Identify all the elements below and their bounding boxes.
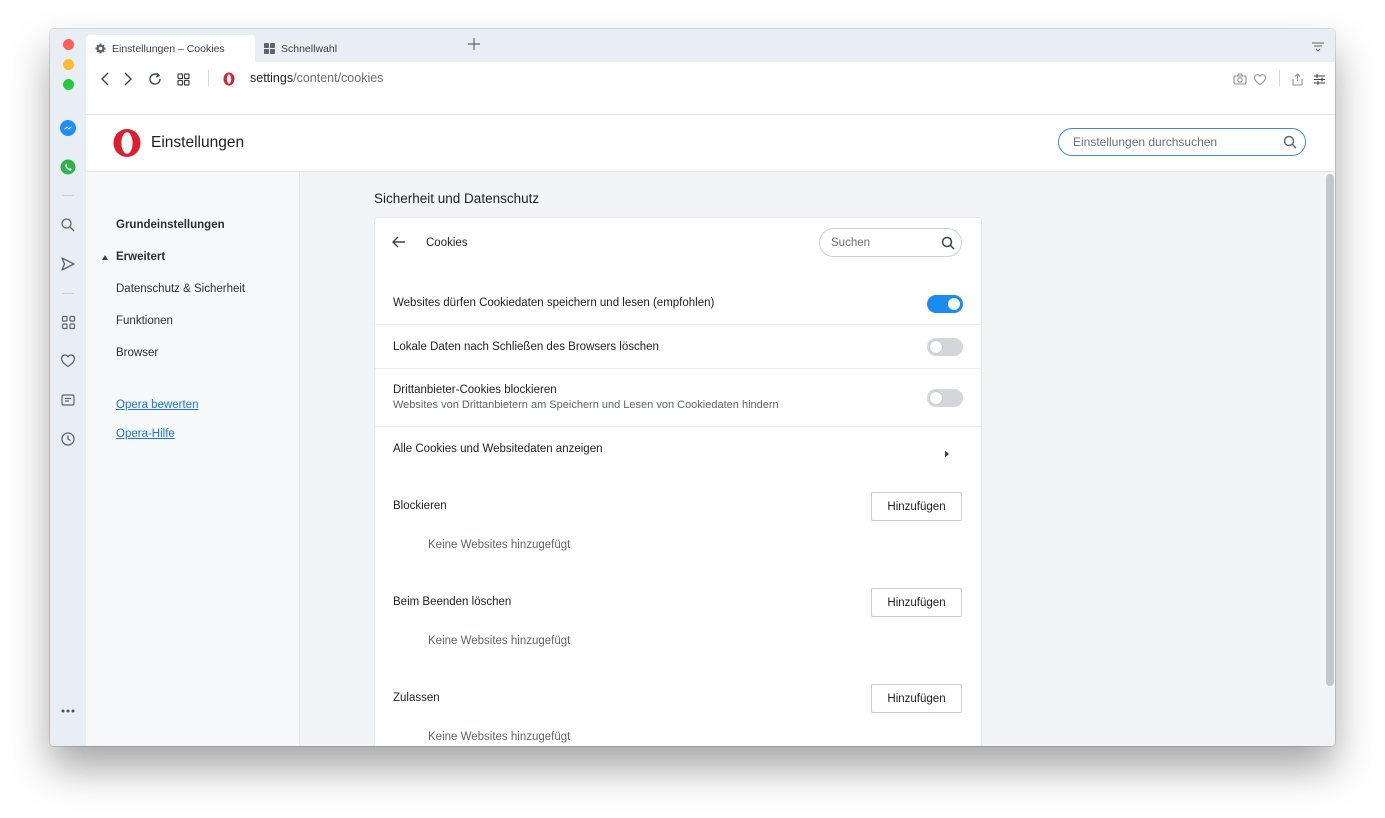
speed-dial-icon — [263, 43, 275, 55]
block-title: Zulassen — [393, 692, 440, 704]
scrollbar[interactable] — [1326, 174, 1334, 686]
page-title: Einstellungen — [151, 134, 245, 151]
block-title: Beim Beenden löschen — [393, 596, 512, 608]
news-icon[interactable] — [58, 390, 78, 410]
back-icon[interactable] — [96, 70, 114, 88]
share-icon[interactable] — [1288, 70, 1306, 88]
messenger-icon[interactable] — [58, 118, 78, 138]
url-field[interactable]: settings/content/cookies — [250, 71, 383, 85]
address-separator — [208, 70, 209, 86]
empty-list-text: Keine Websites hinzugefügt — [428, 635, 571, 647]
setting-row-block-third-party: Drittanbieter-Cookies blockieren Website… — [375, 369, 981, 427]
nav-features[interactable]: Funktionen — [116, 315, 173, 327]
close-window-button[interactable] — [63, 39, 74, 50]
cookies-card: Cookies Websites dürfen Cookiedaten spei… — [374, 217, 982, 746]
nav-advanced-label: Erweitert — [116, 251, 166, 263]
address-bar: settings/content/cookies — [86, 62, 1335, 115]
url-host: settings — [250, 71, 294, 85]
zoom-window-button[interactable] — [63, 79, 74, 90]
gear-icon — [94, 43, 106, 55]
empty-list-text: Keine Websites hinzugefügt — [428, 731, 571, 743]
clear-on-exit-toggle[interactable] — [927, 338, 963, 356]
caret-up-icon — [102, 254, 108, 260]
tab-menu-icon[interactable] — [1311, 40, 1325, 52]
setting-label: Websites dürfen Cookiedaten speichern un… — [393, 297, 715, 309]
opera-logo — [113, 129, 141, 157]
tab-bar: Einstellungen – Cookies Schnellwahl — [86, 29, 1335, 62]
history-icon[interactable] — [58, 429, 78, 449]
forward-icon[interactable] — [119, 70, 137, 88]
tab-settings-cookies[interactable]: Einstellungen – Cookies — [86, 35, 255, 62]
setting-row-clear-on-exit: Lokale Daten nach Schließen des Browsers… — [375, 325, 981, 369]
sidebar-separator — [62, 293, 74, 294]
nav-advanced[interactable]: Erweitert — [102, 251, 166, 263]
section-title: Sicherheit und Datenschutz — [374, 191, 540, 206]
card-title: Cookies — [426, 237, 468, 249]
more-icon[interactable] — [58, 701, 78, 721]
search-icon[interactable] — [1283, 135, 1297, 149]
add-block-button[interactable]: Hinzufügen — [871, 492, 962, 521]
speed-dial-icon[interactable] — [58, 312, 78, 332]
new-tab-button[interactable] — [466, 37, 482, 53]
sidebar-separator — [62, 195, 74, 196]
block-title: Blockieren — [393, 500, 447, 512]
easy-setup-icon[interactable] — [1310, 70, 1328, 88]
heart-icon[interactable] — [1251, 70, 1269, 88]
nav-browser[interactable]: Browser — [116, 347, 158, 359]
toggle-knob — [948, 298, 960, 310]
address-separator — [1279, 70, 1280, 86]
settings-nav: Grundeinstellungen Erweitert Datenschutz… — [86, 172, 300, 746]
send-icon[interactable] — [58, 254, 78, 274]
allow-cookies-toggle[interactable] — [927, 295, 963, 313]
block-third-party-toggle[interactable] — [927, 389, 963, 407]
url-path: /content/cookies — [293, 71, 384, 85]
tab-label: Schnellwahl — [281, 42, 338, 55]
tab-label: Einstellungen – Cookies — [112, 42, 225, 55]
add-clear-on-exit-button[interactable]: Hinzufügen — [871, 588, 962, 617]
reload-icon[interactable] — [146, 70, 164, 88]
chevron-right-icon — [943, 445, 951, 458]
setting-label: Lokale Daten nach Schließen des Browsers… — [393, 341, 659, 353]
setting-description: Websites von Drittanbietern am Speichern… — [393, 399, 779, 411]
search-icon[interactable] — [58, 215, 78, 235]
setting-row-all-cookies[interactable]: Alle Cookies und Websitedaten anzeigen — [375, 427, 981, 471]
minimize-window-button[interactable] — [63, 59, 74, 70]
speed-dial-icon[interactable] — [174, 70, 192, 88]
setting-row-allow-cookies: Websites dürfen Cookiedaten speichern un… — [375, 281, 981, 325]
settings-main: Sicherheit und Datenschutz Cookies Websi… — [300, 172, 1335, 746]
toggle-knob — [930, 341, 942, 353]
toggle-knob — [930, 392, 942, 404]
nav-basic-settings[interactable]: Grundeinstellungen — [116, 219, 225, 231]
opera-help-link[interactable]: Opera-Hilfe — [116, 428, 175, 440]
tab-speed-dial[interactable]: Schnellwahl — [255, 35, 424, 62]
settings-search-input[interactable] — [1058, 128, 1306, 156]
add-allow-button[interactable]: Hinzufügen — [871, 684, 962, 713]
whatsapp-icon[interactable] — [58, 157, 78, 177]
setting-label: Alle Cookies und Websitedaten anzeigen — [393, 443, 603, 455]
setting-label: Drittanbieter-Cookies blockieren — [393, 384, 557, 396]
browser-window: Einstellungen – Cookies Schnellwahl sett… — [50, 29, 1335, 746]
back-arrow-icon[interactable] — [391, 234, 409, 252]
settings-header: Einstellungen — [86, 115, 1335, 172]
opera-o-icon — [220, 70, 238, 88]
camera-icon[interactable] — [1231, 70, 1249, 88]
empty-list-text: Keine Websites hinzugefügt — [428, 539, 571, 551]
rate-opera-link[interactable]: Opera bewerten — [116, 399, 198, 411]
opera-sidebar — [50, 29, 87, 746]
heart-icon[interactable] — [58, 351, 78, 371]
search-icon[interactable] — [941, 236, 955, 250]
nav-privacy-security[interactable]: Datenschutz & Sicherheit — [116, 283, 245, 295]
